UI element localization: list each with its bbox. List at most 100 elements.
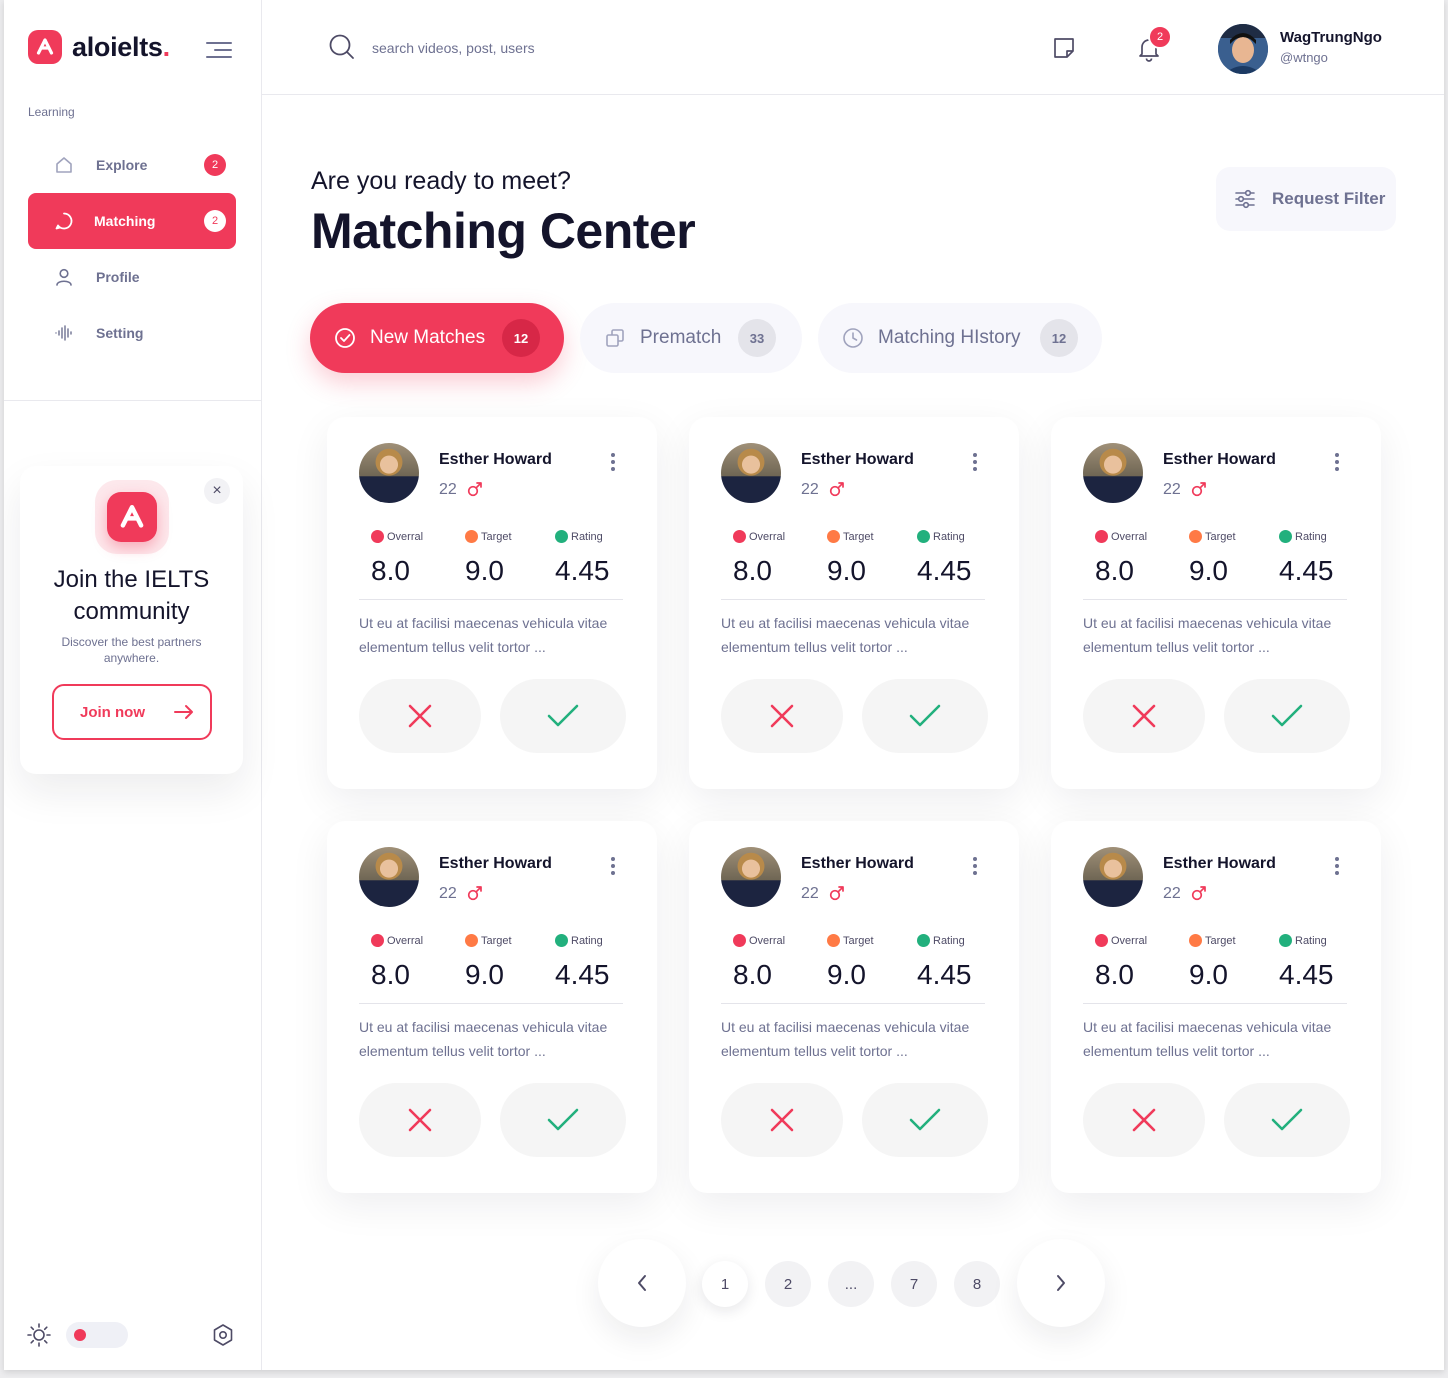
card-divider [721,599,985,600]
avatar[interactable] [359,847,419,907]
stat-label: Overral [387,935,424,947]
stat-label: Rating [571,935,603,947]
sidebar-divider [4,400,262,401]
stat-label: Target [843,531,874,543]
search-icon[interactable] [328,33,356,61]
match-description: Ut eu at facilisi maecenas vehicula vita… [721,615,970,655]
arrow-right-icon [174,705,193,719]
settings-hex-icon[interactable] [210,1322,236,1348]
page-button[interactable]: 7 [891,1261,937,1307]
tab-prematch[interactable]: Prematch 33 [580,303,802,373]
match-card: Esther Howard 22 Overral 8.0 Target 9.0 … [1051,417,1381,789]
promo-subtitle: Discover the best partners anywhere. [61,635,202,665]
more-vertical-icon[interactable] [971,453,979,473]
previous-page-button[interactable] [598,1239,686,1327]
more-vertical-icon[interactable] [609,453,617,473]
reject-button[interactable] [1083,1083,1205,1157]
page-button[interactable]: 1 [702,1261,748,1307]
copy-icon [606,329,624,347]
avatar[interactable] [721,443,781,503]
sidebar-nav: Explore 2 Matching 2 Profile Setting [28,137,236,361]
menu-toggle-icon[interactable] [206,40,232,60]
match-card: Esther Howard 22 Overral 8.0 Target 9.0 … [327,821,657,1193]
promo-logo [95,480,169,554]
sidebar-item-label: Explore [96,157,148,173]
check-icon [1271,704,1303,727]
card-divider [359,1003,623,1004]
avatar[interactable] [1083,443,1143,503]
match-card: Esther Howard 22 Overral 8.0 Target 9.0 … [689,821,1019,1193]
match-description: Ut eu at facilisi maecenas vehicula vita… [721,1019,970,1059]
avatar[interactable] [721,847,781,907]
soundwave-icon [55,325,72,341]
page-button[interactable]: 2 [765,1261,811,1307]
reject-button[interactable] [721,1083,843,1157]
heart-icon [733,530,746,543]
more-vertical-icon[interactable] [1333,453,1341,473]
logo[interactable]: aloielts. [28,30,170,64]
accept-button[interactable] [862,1083,988,1157]
join-now-button[interactable]: Join now [52,684,212,740]
sidebar-item-setting[interactable]: Setting [28,305,236,361]
avatar[interactable] [1218,24,1268,74]
check-icon [547,704,579,727]
male-icon [829,482,844,497]
sidebar-item-explore[interactable]: Explore 2 [28,137,236,193]
tab-new-matches[interactable]: New Matches 12 [310,303,564,373]
theme-toggle[interactable] [66,1322,128,1348]
heart-icon [371,934,384,947]
note-icon[interactable] [1052,36,1076,60]
notification-badge: 2 [1148,25,1172,49]
more-vertical-icon[interactable] [609,857,617,877]
rating-icon [555,530,568,543]
stat-label: Overral [1111,935,1148,947]
search-input[interactable] [372,34,772,62]
close-icon [1132,704,1156,728]
match-card: Esther Howard 22 Overral 8.0 Target 9.0 … [689,417,1019,789]
heart-icon [1095,934,1108,947]
accept-button[interactable] [862,679,988,753]
male-icon [467,886,482,901]
close-icon[interactable]: × [204,478,230,504]
reject-button[interactable] [721,679,843,753]
sidebar-item-matching[interactable]: Matching 2 [28,193,236,249]
brand-name: aloielts. [72,31,170,62]
next-page-button[interactable] [1017,1239,1105,1327]
male-icon [1191,886,1206,901]
accept-button[interactable] [500,679,626,753]
rating-icon [1279,934,1292,947]
reject-button[interactable] [1083,679,1205,753]
heart-icon [371,530,384,543]
card-divider [1083,599,1347,600]
avatar[interactable] [1083,847,1143,907]
reject-button[interactable] [359,1083,481,1157]
sidebar-item-profile[interactable]: Profile [28,249,236,305]
tab-label: Prematch [640,327,722,348]
accept-button[interactable] [1224,1083,1350,1157]
match-name: Esther Howard [801,855,914,872]
stat-value: 4.45 [917,959,972,990]
tab-count: 12 [502,319,540,357]
match-name: Esther Howard [1163,855,1276,872]
stat-label: Target [1205,935,1236,947]
tab-matching-history[interactable]: Matching HIstory 12 [818,303,1102,373]
heart-icon [733,934,746,947]
match-age: 22 [439,481,457,498]
page-button[interactable]: 8 [954,1261,1000,1307]
stat-value: 8.0 [1095,959,1134,990]
sun-icon[interactable] [26,1322,52,1348]
request-filter-button[interactable]: Request Filter [1216,167,1396,231]
page-kicker: Are you ready to meet? [311,167,571,195]
accept-button[interactable] [1224,679,1350,753]
page-title: Matching Center [311,203,696,259]
reject-button[interactable] [359,679,481,753]
toggle-knob [74,1329,86,1341]
more-vertical-icon[interactable] [971,857,979,877]
accept-button[interactable] [500,1083,626,1157]
target-icon [1189,530,1202,543]
chat-icon [55,212,73,230]
join-now-label: Join now [80,703,145,721]
more-vertical-icon[interactable] [1333,857,1341,877]
card-divider [721,1003,985,1004]
avatar[interactable] [359,443,419,503]
